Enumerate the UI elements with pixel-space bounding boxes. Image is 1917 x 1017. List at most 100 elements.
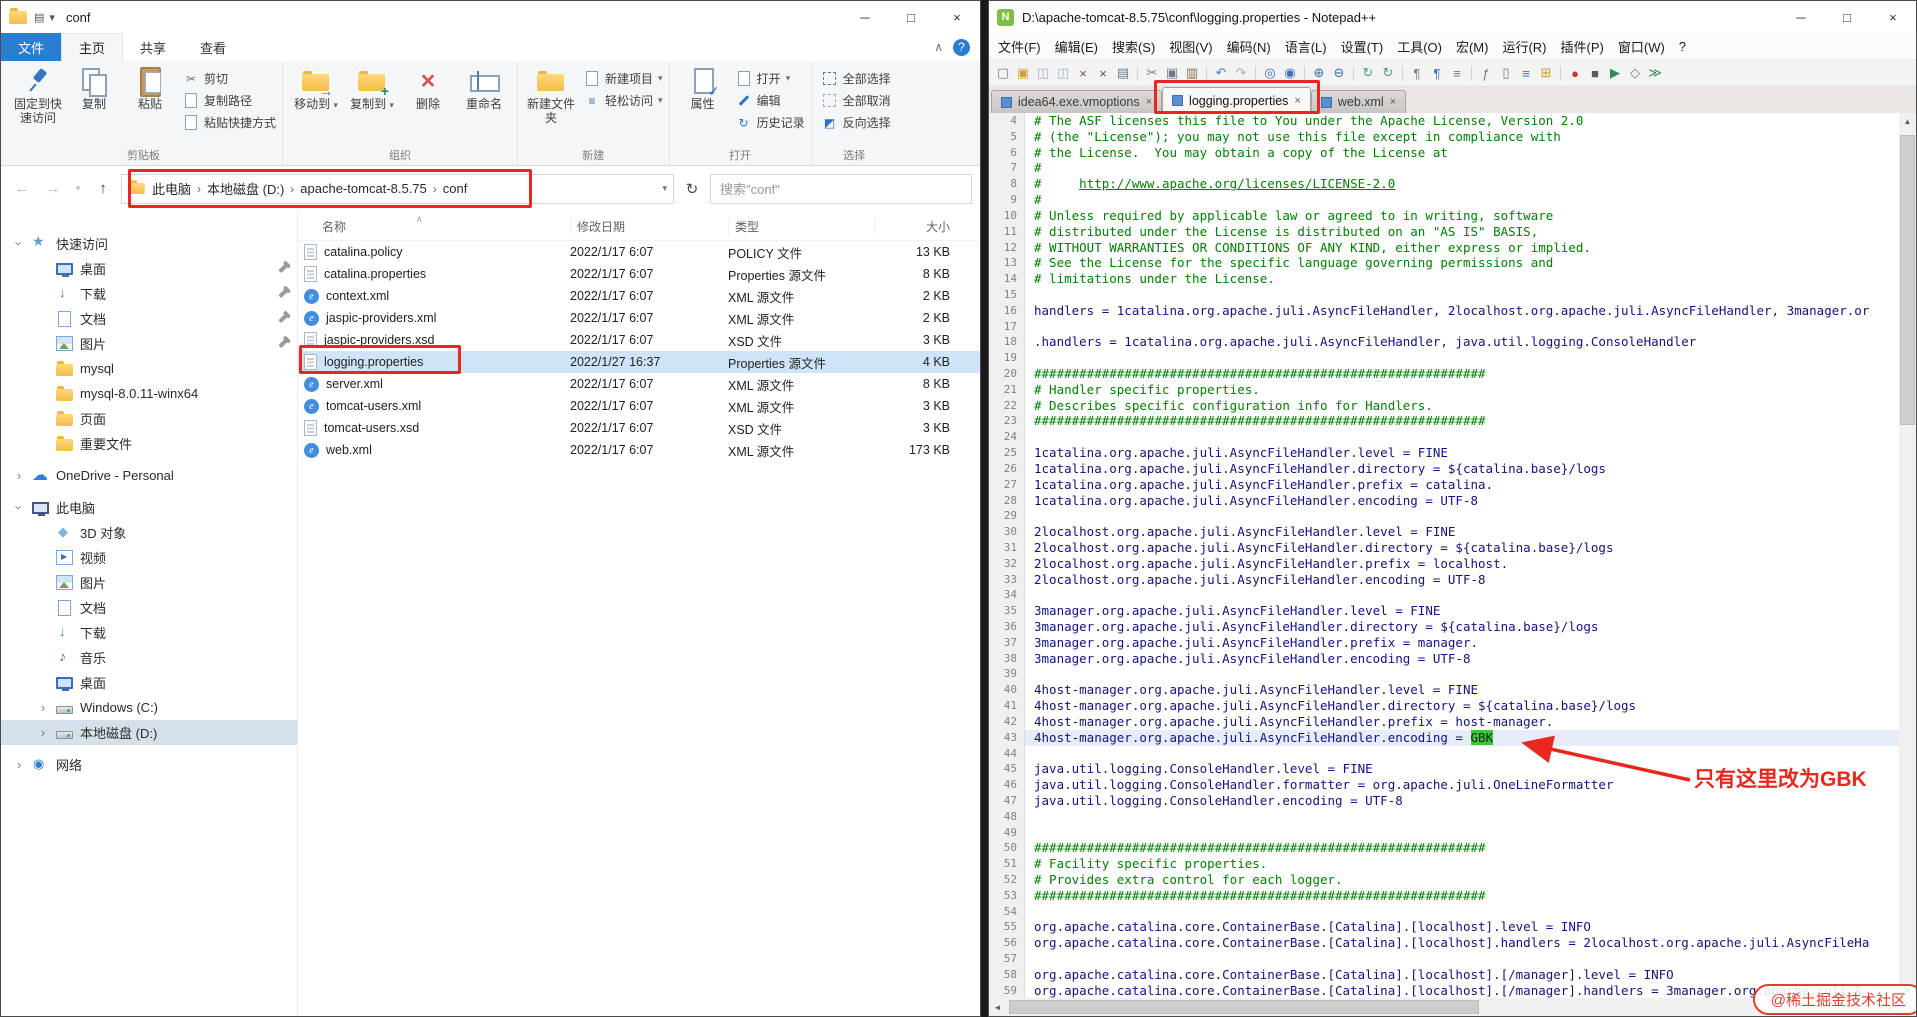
menu-窗口(W)[interactable]: 窗口(W): [1611, 37, 1672, 56]
find-icon[interactable]: ◎: [1261, 64, 1279, 82]
notepad-close-button[interactable]: ×: [1870, 1, 1916, 33]
menu-插件(P)[interactable]: 插件(P): [1554, 37, 1611, 56]
easy-access-button[interactable]: ≡ 轻松访问 ▾: [584, 92, 663, 109]
indent-guide-icon[interactable]: ≡: [1448, 64, 1466, 82]
new-item-button[interactable]: 新建项目 ▾: [584, 70, 663, 87]
history-button[interactable]: ↻ 历史记录: [736, 114, 805, 131]
vertical-scrollbar[interactable]: ▲ ▼: [1899, 113, 1916, 998]
tab-home[interactable]: 主页: [61, 33, 124, 61]
npp-editor[interactable]: 4 # The ASF licenses this file to You und…: [989, 113, 1899, 998]
paste-shortcut-button[interactable]: 粘贴快捷方式: [183, 114, 276, 131]
edit-button[interactable]: 编辑: [736, 92, 805, 109]
menu-设置(T)[interactable]: 设置(T): [1334, 37, 1391, 56]
tab-view[interactable]: 查看: [183, 33, 243, 61]
print-icon[interactable]: ▤: [1114, 64, 1132, 82]
crumb-0[interactable]: 此电脑: [152, 179, 191, 198]
select-all-button[interactable]: 全部选择: [822, 70, 891, 87]
new-folder-button[interactable]: 新建文件夹: [524, 63, 578, 125]
crumb-2[interactable]: apache-tomcat-8.5.75: [300, 181, 426, 196]
column-header-size[interactable]: 大小: [874, 216, 960, 237]
sidebar-item-this-pc[interactable]: › 此电脑: [1, 495, 297, 520]
back-icon[interactable]: ←: [9, 180, 35, 197]
folder-workspace-icon[interactable]: ⊞: [1537, 64, 1555, 82]
file-row-catalina.properties[interactable]: catalina.properties 2022/1/17 6:07 Propert…: [298, 263, 980, 285]
file-row-context.xml[interactable]: e context.xml 2022/1/17 6:07 XML 源文件 2 KB: [298, 285, 980, 307]
crumb-3[interactable]: conf: [443, 181, 468, 196]
search-input[interactable]: 搜索"conf": [710, 173, 972, 204]
column-header-type[interactable]: 类型: [728, 216, 874, 237]
delete-button[interactable]: × 删除: [401, 63, 455, 112]
function-list-icon[interactable]: ƒ: [1477, 64, 1495, 82]
close-all-icon[interactable]: ×: [1094, 64, 1112, 82]
sidebar-item-network[interactable]: › 网络: [1, 752, 297, 777]
sidebar-item-important[interactable]: 重要文件: [1, 431, 297, 456]
scroll-left-icon[interactable]: ◄: [989, 998, 1006, 1016]
breadcrumb[interactable]: 此电脑 › 本地磁盘 (D:) › apache-tomcat-8.5.75 › conf: [152, 179, 656, 198]
file-row-logging.properties[interactable]: logging.properties 2022/1/27 16:37 Propert…: [298, 351, 980, 373]
move-to-button[interactable]: → 移动到 ▾: [289, 63, 343, 112]
copy-icon[interactable]: ▣: [1163, 64, 1181, 82]
copy-path-button[interactable]: 复制路径: [183, 92, 276, 109]
sidebar-item-pictures[interactable]: 图片: [1, 570, 297, 595]
sidebar-item-pages[interactable]: 页面: [1, 406, 297, 431]
doc-tab-logging.properties[interactable]: logging.properties ×: [1162, 87, 1311, 113]
menu-编辑(E)[interactable]: 编辑(E): [1048, 37, 1105, 56]
tab-close-icon[interactable]: ×: [1146, 96, 1152, 108]
file-row-jaspic-providers.xsd[interactable]: jaspic-providers.xsd 2022/1/17 6:07 XSD 文件…: [298, 329, 980, 351]
copy-button[interactable]: 复制: [67, 63, 121, 111]
sync-vertical-icon[interactable]: ↻: [1359, 64, 1377, 82]
column-header-name[interactable]: 名称 ∧: [298, 214, 570, 235]
zoom-out-icon[interactable]: ⊖: [1330, 64, 1348, 82]
tab-file[interactable]: 文件: [1, 33, 62, 61]
address-dropdown-icon[interactable]: ▾: [662, 183, 667, 194]
sidebar-item-documents[interactable]: 文档: [1, 595, 297, 620]
qat-icon[interactable]: ▤: [34, 11, 44, 24]
forward-icon[interactable]: →: [40, 180, 66, 197]
tab-close-icon[interactable]: ×: [1390, 96, 1396, 108]
open-button[interactable]: 打开 ▾: [736, 70, 805, 87]
save-icon[interactable]: ◫: [1034, 64, 1052, 82]
replace-icon[interactable]: ◉: [1281, 64, 1299, 82]
tab-close-icon[interactable]: ×: [1294, 95, 1300, 107]
address-bar[interactable]: 此电脑 › 本地磁盘 (D:) › apache-tomcat-8.5.75 › conf …: [121, 173, 674, 204]
sidebar-item-mysql-8[interactable]: mysql-8.0.11-winx64: [1, 381, 297, 406]
file-row-server.xml[interactable]: e server.xml 2022/1/17 6:07 XML 源文件 8 KB: [298, 373, 980, 395]
sidebar-item-documents-pinned[interactable]: 文档: [1, 306, 297, 331]
macro-run-multiple-icon[interactable]: ≫: [1646, 64, 1664, 82]
sidebar-item-music[interactable]: 音乐: [1, 645, 297, 670]
menu-工具(O)[interactable]: 工具(O): [1390, 37, 1449, 56]
recent-dropdown-icon[interactable]: ▾: [71, 183, 85, 194]
doc-list-icon[interactable]: ≡: [1517, 64, 1535, 82]
macro-record-icon[interactable]: ●: [1566, 64, 1584, 82]
undo-icon[interactable]: ↶: [1212, 64, 1230, 82]
word-wrap-icon[interactable]: ¶: [1408, 64, 1426, 82]
close-button[interactable]: ×: [934, 1, 980, 33]
doc-tab-web.xml[interactable]: web.xml ×: [1310, 90, 1407, 113]
redo-icon[interactable]: ↷: [1232, 64, 1250, 82]
sidebar-item-mysql[interactable]: mysql: [1, 356, 297, 381]
menu-编码(N)[interactable]: 编码(N): [1220, 37, 1278, 56]
sidebar-item-videos[interactable]: 视频: [1, 545, 297, 570]
expander-icon[interactable]: ›: [37, 700, 49, 715]
rename-button[interactable]: 重命名: [457, 63, 511, 111]
properties-button[interactable]: ✓ 属性: [676, 63, 730, 111]
sidebar-item-drive-c[interactable]: › Windows (C:): [1, 695, 297, 720]
new-file-icon[interactable]: ▢: [994, 64, 1012, 82]
notepad-maximize-button[interactable]: □: [1824, 1, 1870, 33]
sidebar-item-pictures-pinned[interactable]: 图片: [1, 331, 297, 356]
sidebar-item-onedrive[interactable]: › OneDrive - Personal: [1, 463, 297, 488]
menu-宏(M)[interactable]: 宏(M): [1449, 37, 1496, 56]
expander-icon[interactable]: ›: [13, 468, 25, 483]
menu-?[interactable]: ?: [1672, 39, 1693, 54]
crumb-1[interactable]: 本地磁盘 (D:): [207, 179, 284, 198]
macro-save-icon[interactable]: ◇: [1626, 64, 1644, 82]
refresh-icon[interactable]: ↻: [679, 180, 705, 198]
tab-share[interactable]: 共享: [123, 33, 183, 61]
qat-dropdown-icon[interactable]: ▾: [49, 11, 55, 24]
expander-icon[interactable]: ›: [12, 502, 27, 514]
menu-视图(V)[interactable]: 视图(V): [1162, 37, 1219, 56]
menu-文件(F)[interactable]: 文件(F): [991, 37, 1048, 56]
file-row-web.xml[interactable]: e web.xml 2022/1/17 6:07 XML 源文件 173 KB: [298, 439, 980, 461]
quick-access-toolbar[interactable]: ▤ ▾: [34, 11, 55, 24]
expander-icon[interactable]: ›: [12, 238, 27, 250]
